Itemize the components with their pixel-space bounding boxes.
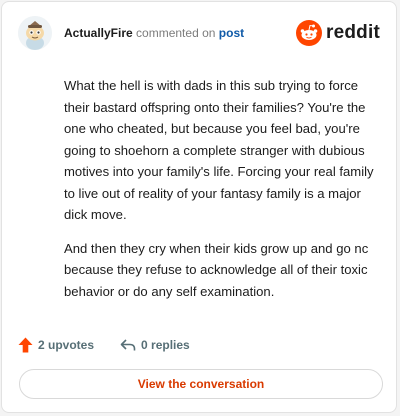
- reply-count: 0 replies: [141, 338, 190, 352]
- comment-paragraph-1: What the hell is with dads in this sub t…: [64, 78, 374, 222]
- comment-paragraph-2: And then they cry when their kids grow u…: [64, 240, 369, 299]
- action-text: commented on: [136, 26, 216, 40]
- reddit-logo[interactable]: reddit: [296, 19, 380, 47]
- comment-meta: ActuallyFire commented on post: [64, 26, 244, 40]
- snoo-avatar-icon[interactable]: [18, 16, 52, 50]
- upvote-count: 2 upvotes: [38, 338, 95, 352]
- reddit-wordmark: reddit: [326, 22, 380, 43]
- view-conversation-button[interactable]: View the conversation: [19, 369, 383, 399]
- upvote-button[interactable]: 2 upvotes: [18, 337, 94, 353]
- reply-button[interactable]: 0 replies: [120, 338, 190, 352]
- comment-card: ActuallyFire commented on post reddit Wh…: [1, 1, 397, 413]
- username-link[interactable]: ActuallyFire: [64, 26, 133, 40]
- upvote-arrow-icon: [18, 337, 33, 353]
- comment-body: What the hell is with dads in this sub t…: [64, 75, 386, 314]
- comment-header: ActuallyFire commented on post reddit: [18, 16, 380, 52]
- reddit-snoo-icon: [296, 20, 323, 46]
- comment-actions: 2 upvotes 0 replies: [18, 336, 190, 354]
- post-link[interactable]: post: [219, 26, 244, 40]
- reply-arrow-icon: [120, 339, 136, 351]
